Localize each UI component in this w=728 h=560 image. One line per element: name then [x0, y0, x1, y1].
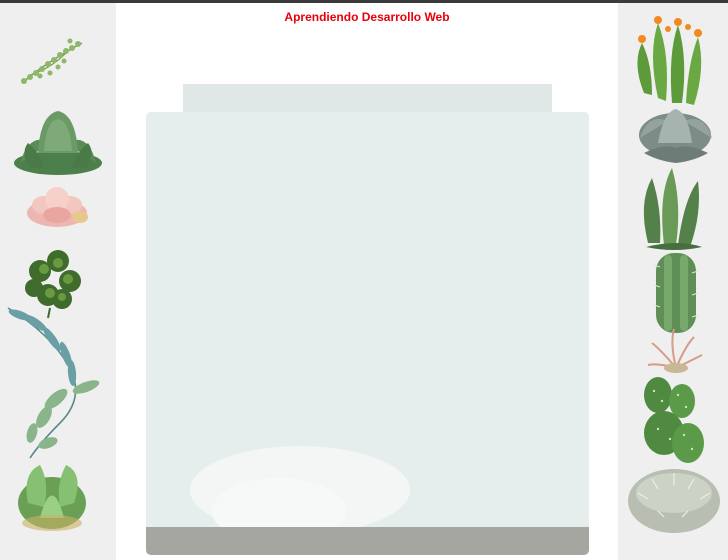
jade-succulent-icon	[18, 465, 86, 531]
right-decor-panel	[618, 3, 728, 560]
prickly-pear-icon	[644, 377, 704, 463]
string-of-pearls-icon	[21, 38, 83, 84]
round-cactus-icon	[628, 469, 720, 533]
silver-echeveria-icon	[639, 109, 712, 163]
eucalyptus-branch-icon	[7, 307, 100, 459]
clover-succulent-icon	[25, 250, 81, 319]
left-decor-panel	[0, 3, 116, 560]
panel-tab	[183, 84, 552, 114]
aloe-icon	[643, 168, 702, 250]
echeveria-icon	[14, 111, 102, 175]
flowering-cactus-icon	[637, 16, 702, 105]
air-plant-icon	[647, 328, 703, 373]
page-title: Aprendiendo Desarrollo Web	[284, 10, 450, 24]
pink-succulent-icon	[27, 187, 88, 227]
content-panel	[146, 112, 589, 555]
panel-footer	[146, 527, 589, 555]
columnar-cactus-icon	[653, 253, 699, 333]
